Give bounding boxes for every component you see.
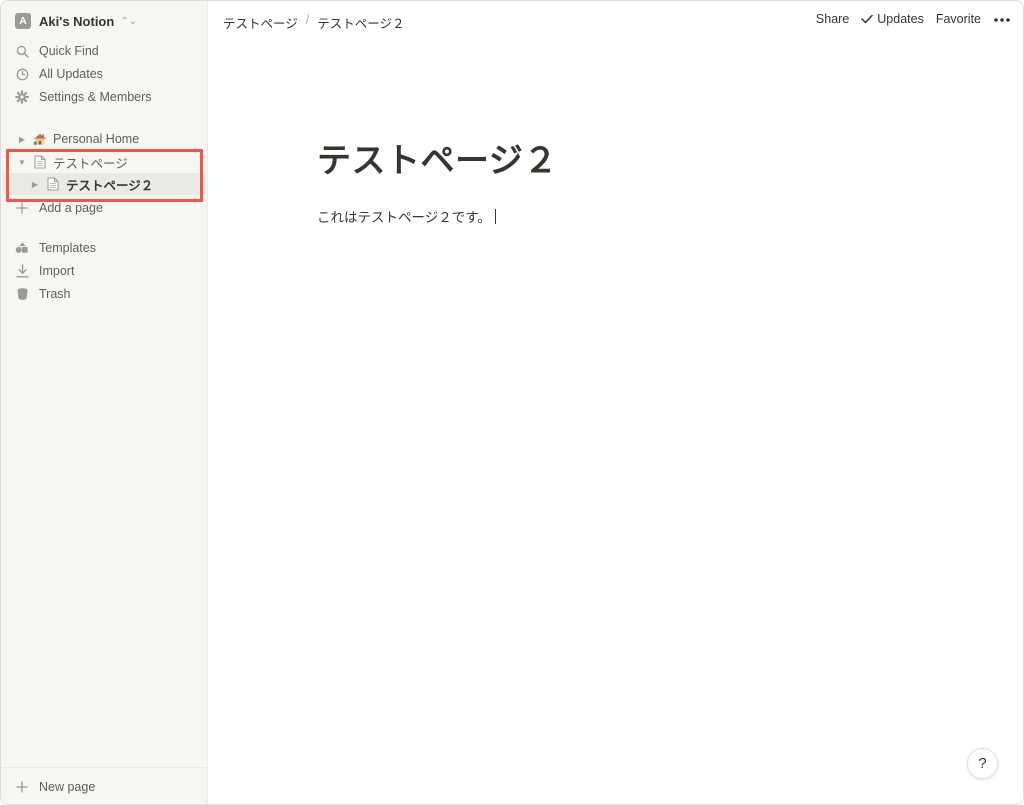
topbar: テストページ / テストページ２ Share Updates Favorite: [208, 1, 1023, 41]
sidebar-item-label: Trash: [39, 287, 71, 301]
workspace-avatar: A: [15, 13, 31, 29]
breadcrumb-separator: /: [305, 13, 310, 27]
add-page-label: Add a page: [39, 201, 103, 215]
sidebar-item-templates[interactable]: Templates: [15, 238, 195, 258]
share-button[interactable]: Share: [816, 12, 849, 26]
help-button[interactable]: ?: [967, 748, 998, 779]
page-title[interactable]: テストページ２: [317, 133, 917, 182]
updates-button[interactable]: Updates: [861, 12, 924, 26]
plus-icon: [15, 780, 29, 794]
page-body-text: これはテストページ２です。: [317, 210, 491, 225]
annotation-highlight-box: [6, 149, 203, 202]
sidebar-item-label: Templates: [39, 241, 96, 255]
sidebar-page-personal-home[interactable]: ▶ Personal Home: [17, 128, 139, 150]
sidebar-item-label: Quick Find: [39, 44, 99, 58]
updates-label: Updates: [877, 12, 924, 26]
house-emoji-icon: [33, 132, 47, 146]
breadcrumb-item[interactable]: テストページ: [223, 13, 298, 32]
templates-icon: [15, 241, 29, 255]
more-options-button[interactable]: [993, 12, 1011, 26]
sidebar: A Aki's Notion ⌃⌄ Quick Find All Updates…: [1, 1, 208, 804]
check-icon: [861, 14, 874, 24]
plus-icon: [15, 201, 29, 215]
sidebar-divider: [1, 767, 208, 768]
breadcrumb: テストページ / テストページ２: [223, 13, 405, 32]
search-icon: [15, 44, 29, 58]
import-icon: [15, 264, 29, 278]
top-actions: Share Updates Favorite: [816, 12, 1011, 26]
caret-right-icon[interactable]: ▶: [17, 135, 27, 144]
sidebar-item-import[interactable]: Import: [15, 261, 195, 281]
app-window: A Aki's Notion ⌃⌄ Quick Find All Updates…: [0, 0, 1024, 805]
sidebar-item-label: Settings & Members: [39, 90, 152, 104]
page-content: テストページ２ これはテストページ２です。: [317, 133, 917, 226]
clock-icon: [15, 67, 29, 81]
new-page-label: New page: [39, 780, 96, 794]
sidebar-item-all-updates[interactable]: All Updates: [15, 64, 195, 84]
sidebar-page-label: Personal Home: [53, 132, 140, 146]
sidebar-item-label: All Updates: [39, 67, 103, 81]
new-page-button[interactable]: New page: [15, 777, 195, 797]
gear-icon: [15, 90, 29, 104]
sidebar-item-quick-find[interactable]: Quick Find: [15, 41, 195, 61]
add-page-button[interactable]: Add a page: [15, 198, 195, 218]
favorite-button[interactable]: Favorite: [936, 12, 981, 26]
sidebar-item-trash[interactable]: Trash: [15, 284, 195, 304]
trash-icon: [15, 287, 29, 301]
workspace-name: Aki's Notion: [39, 13, 115, 29]
breadcrumb-item[interactable]: テストページ２: [317, 13, 404, 32]
sidebar-item-settings[interactable]: Settings & Members: [15, 87, 195, 107]
chevron-updown-icon: ⌃⌄: [120, 15, 138, 27]
text-cursor: [494, 208, 496, 224]
workspace-switcher[interactable]: A Aki's Notion ⌃⌄: [15, 11, 137, 31]
sidebar-item-label: Import: [39, 264, 75, 278]
more-horizontal-icon: [994, 18, 1010, 22]
page-body-block[interactable]: これはテストページ２です。: [317, 206, 917, 226]
